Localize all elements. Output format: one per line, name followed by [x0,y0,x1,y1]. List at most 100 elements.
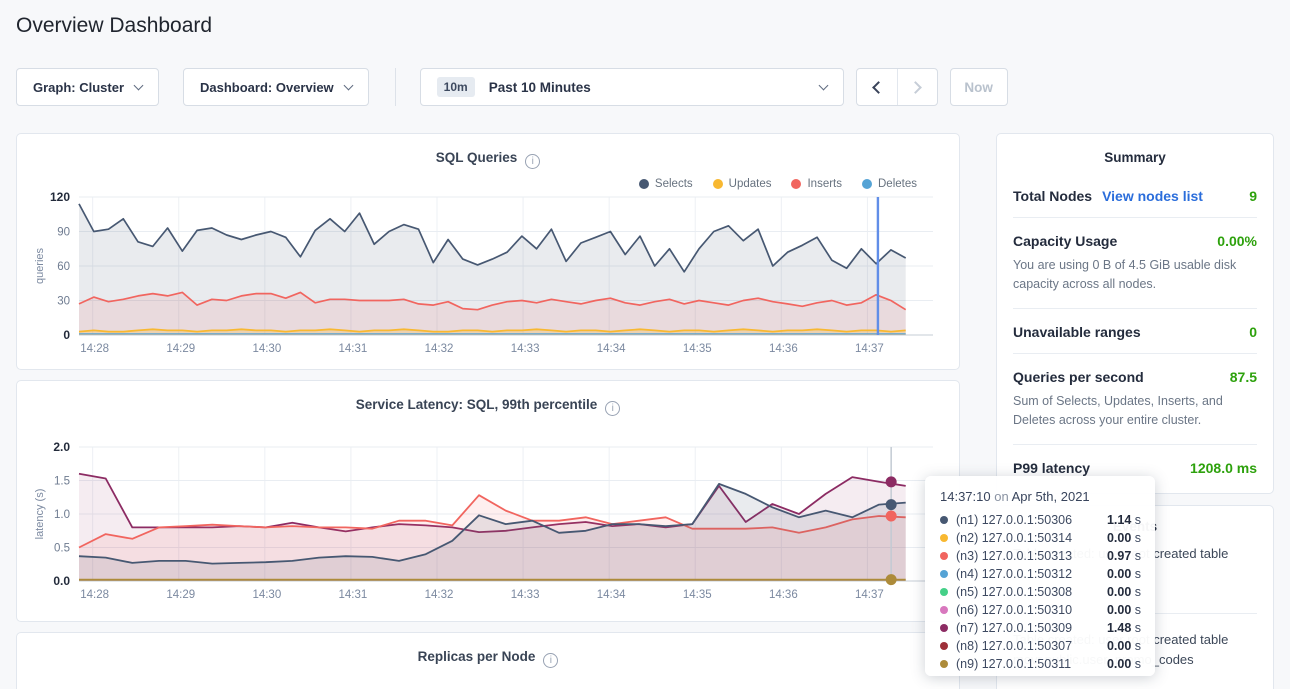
svg-text:14:32: 14:32 [425,343,454,355]
svg-text:0.5: 0.5 [54,543,70,555]
tooltip-node-row: (n3) 127.0.0.1:50313 0.97 s [940,547,1141,565]
node-color-dot-icon [940,606,948,614]
node-latency-value: 0.97 s [1107,549,1141,563]
info-icon[interactable]: i [525,154,540,169]
node-latency-value: 0.00 s [1107,567,1141,581]
svg-text:60: 60 [57,261,70,273]
summary-label: P99 latency [1013,460,1090,476]
svg-text:1.5: 1.5 [54,476,70,488]
summary-label: Unavailable ranges [1013,324,1141,340]
node-latency-value: 1.48 s [1107,621,1141,635]
node-color-dot-icon [940,642,948,650]
toolbar-divider [395,68,396,106]
svg-text:0.0: 0.0 [53,574,70,588]
svg-text:14:31: 14:31 [339,343,368,355]
svg-text:14:37: 14:37 [855,343,884,355]
svg-text:14:36: 14:36 [769,589,798,601]
summary-row-total-nodes: Total Nodes View nodes list 9 [1013,173,1257,218]
node-latency-value: 0.00 s [1107,603,1141,617]
tooltip-node-row: (n5) 127.0.0.1:503080.00 s [940,583,1141,601]
chevron-right-icon [909,81,922,94]
node-address: (n7) 127.0.0.1:50309 [956,621,1072,635]
svg-text:14:30: 14:30 [252,343,281,355]
tooltip-node-row: (n7) 127.0.0.1:50309 1.48 s [940,619,1141,637]
svg-text:14:30: 14:30 [252,589,281,601]
summary-description: Sum of Selects, Updates, Inserts, and De… [1013,392,1257,431]
chevron-down-icon [343,80,353,90]
info-icon[interactable]: i [605,401,620,416]
svg-text:latency (s): latency (s) [34,489,46,540]
summary-label: Capacity Usage [1013,233,1117,249]
replicas-per-node-panel: Replicas per Node i [16,632,960,689]
node-color-dot-icon [940,624,948,632]
summary-row-capacity: Capacity Usage 0.00% You are using 0 B o… [1013,218,1257,309]
legend-item-updates[interactable]: Updates [713,178,772,190]
svg-text:1.0: 1.0 [54,509,70,521]
node-address: (n8) 127.0.0.1:50307 [956,639,1072,653]
sql-queries-chart[interactable]: 14:2814:2914:3014:3114:3214:3314:3414:35… [17,134,959,369]
svg-text:14:36: 14:36 [769,343,798,355]
svg-text:queries: queries [34,247,46,284]
svg-text:14:33: 14:33 [511,589,540,601]
svg-text:0: 0 [63,328,70,342]
tooltip-node-row: (n8) 127.0.0.1:503070.00 s [940,637,1141,655]
node-latency-value: 0.00 s [1107,657,1141,671]
graph-scope-dropdown[interactable]: Graph: Cluster [16,68,159,106]
chart-title: SQL Queries [436,150,518,165]
node-address: (n2) 127.0.0.1:50314 [956,531,1072,545]
svg-text:2.0: 2.0 [53,440,70,454]
legend-item-selects[interactable]: Selects [639,178,693,190]
time-nav-group [856,68,938,106]
chevron-down-icon [134,80,144,90]
node-color-dot-icon [940,588,948,596]
time-next-button[interactable] [897,69,937,105]
toolbar: Graph: Cluster Dashboard: Overview 10m P… [16,68,1008,106]
tooltip-timestamp: 14:37:10 on Apr 5th, 2021 [940,489,1141,504]
tooltip-rows: (n1) 127.0.0.1:503061.14 s(n2) 127.0.0.1… [940,511,1141,673]
summary-title: Summary [1013,134,1257,173]
node-latency-value: 1.14 s [1107,513,1141,527]
svg-text:14:28: 14:28 [80,589,109,601]
svg-text:14:34: 14:34 [597,343,626,355]
view-nodes-list-link[interactable]: View nodes list [1102,188,1203,204]
node-address: (n4) 127.0.0.1:50312 [956,567,1072,581]
time-range-dropdown[interactable]: 10m Past 10 Minutes [420,68,844,106]
node-address: (n6) 127.0.0.1:50310 [956,603,1072,617]
svg-text:14:37: 14:37 [855,589,884,601]
node-color-dot-icon [940,552,948,560]
summary-panel: Summary Total Nodes View nodes list 9 Ca… [996,133,1274,494]
tooltip-node-row: (n9) 127.0.0.1:503110.00 s [940,655,1141,673]
svg-text:14:34: 14:34 [597,589,626,601]
svg-text:120: 120 [50,190,70,204]
svg-text:90: 90 [57,227,70,239]
time-prev-button[interactable] [857,69,897,105]
chart-title-row: Service Latency: SQL, 99th percentile i [17,397,959,416]
legend-item-inserts[interactable]: Inserts [791,178,842,190]
svg-text:14:32: 14:32 [425,589,454,601]
graph-scope-label: Graph: Cluster [33,80,124,95]
svg-text:14:31: 14:31 [339,589,368,601]
chart-title: Service Latency: SQL, 99th percentile [356,397,598,412]
node-address: (n5) 127.0.0.1:50308 [956,585,1072,599]
summary-value: 0.00% [1217,233,1257,249]
time-range-badge: 10m [437,77,475,97]
chart-hover-tooltip: 14:37:10 on Apr 5th, 2021 (n1) 127.0.0.1… [925,476,1155,676]
svg-text:14:35: 14:35 [683,343,712,355]
legend-item-deletes[interactable]: Deletes [862,178,917,190]
svg-text:14:28: 14:28 [80,343,109,355]
chart-legend: Selects Updates Inserts Deletes [639,178,917,190]
now-button[interactable]: Now [950,68,1008,106]
summary-value: 1208.0 ms [1190,460,1257,476]
svg-text:14:29: 14:29 [166,343,195,355]
chevron-down-icon [818,80,828,90]
service-latency-chart[interactable]: 14:2814:2914:3014:3114:3214:3314:3414:35… [17,381,959,621]
sql-queries-panel: 14:2814:2914:3014:3114:3214:3314:3414:35… [16,133,960,370]
node-color-dot-icon [940,534,948,542]
node-address: (n3) 127.0.0.1:50313 [956,549,1072,563]
svg-text:14:29: 14:29 [166,589,195,601]
chart-title: Replicas per Node [418,649,536,664]
info-icon[interactable]: i [543,653,558,668]
legend-dot-icon [713,179,723,189]
dashboard-dropdown[interactable]: Dashboard: Overview [183,68,369,106]
chart-title-row: Replicas per Node i [17,649,959,668]
